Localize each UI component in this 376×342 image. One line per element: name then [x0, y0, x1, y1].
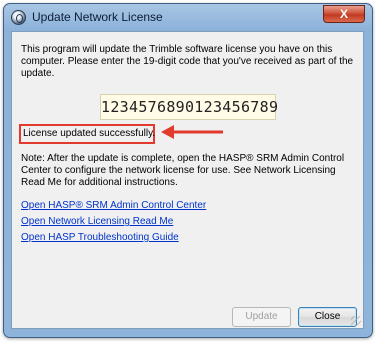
title-bar[interactable]: Update Network License X: [4, 4, 372, 31]
status-message: License updated successfully.: [23, 128, 156, 139]
dialog-body: This program will update the Trimble sof…: [11, 31, 364, 329]
arrow-left-icon: [161, 125, 223, 139]
note-text: Note: After the update is complete, open…: [21, 153, 345, 188]
open-admin-control-center-link[interactable]: Open HASP® SRM Admin Control Center: [21, 200, 206, 211]
intro-text: This program will update the Trimble sof…: [21, 44, 354, 79]
update-button[interactable]: Update: [232, 307, 291, 327]
dialog-window: Update Network License X This program wi…: [3, 3, 373, 338]
license-code-field[interactable]: 1234576890123456789: [100, 94, 278, 120]
open-troubleshooting-guide-link[interactable]: Open HASP Troubleshooting Guide: [21, 232, 179, 243]
close-window-button[interactable]: X: [323, 5, 365, 23]
window-title: Update Network License: [32, 10, 163, 24]
resize-grip[interactable]: [351, 316, 361, 326]
app-icon: [11, 10, 26, 25]
close-button[interactable]: Close: [298, 307, 357, 327]
open-licensing-readme-link[interactable]: Open Network Licensing Read Me: [21, 216, 173, 227]
